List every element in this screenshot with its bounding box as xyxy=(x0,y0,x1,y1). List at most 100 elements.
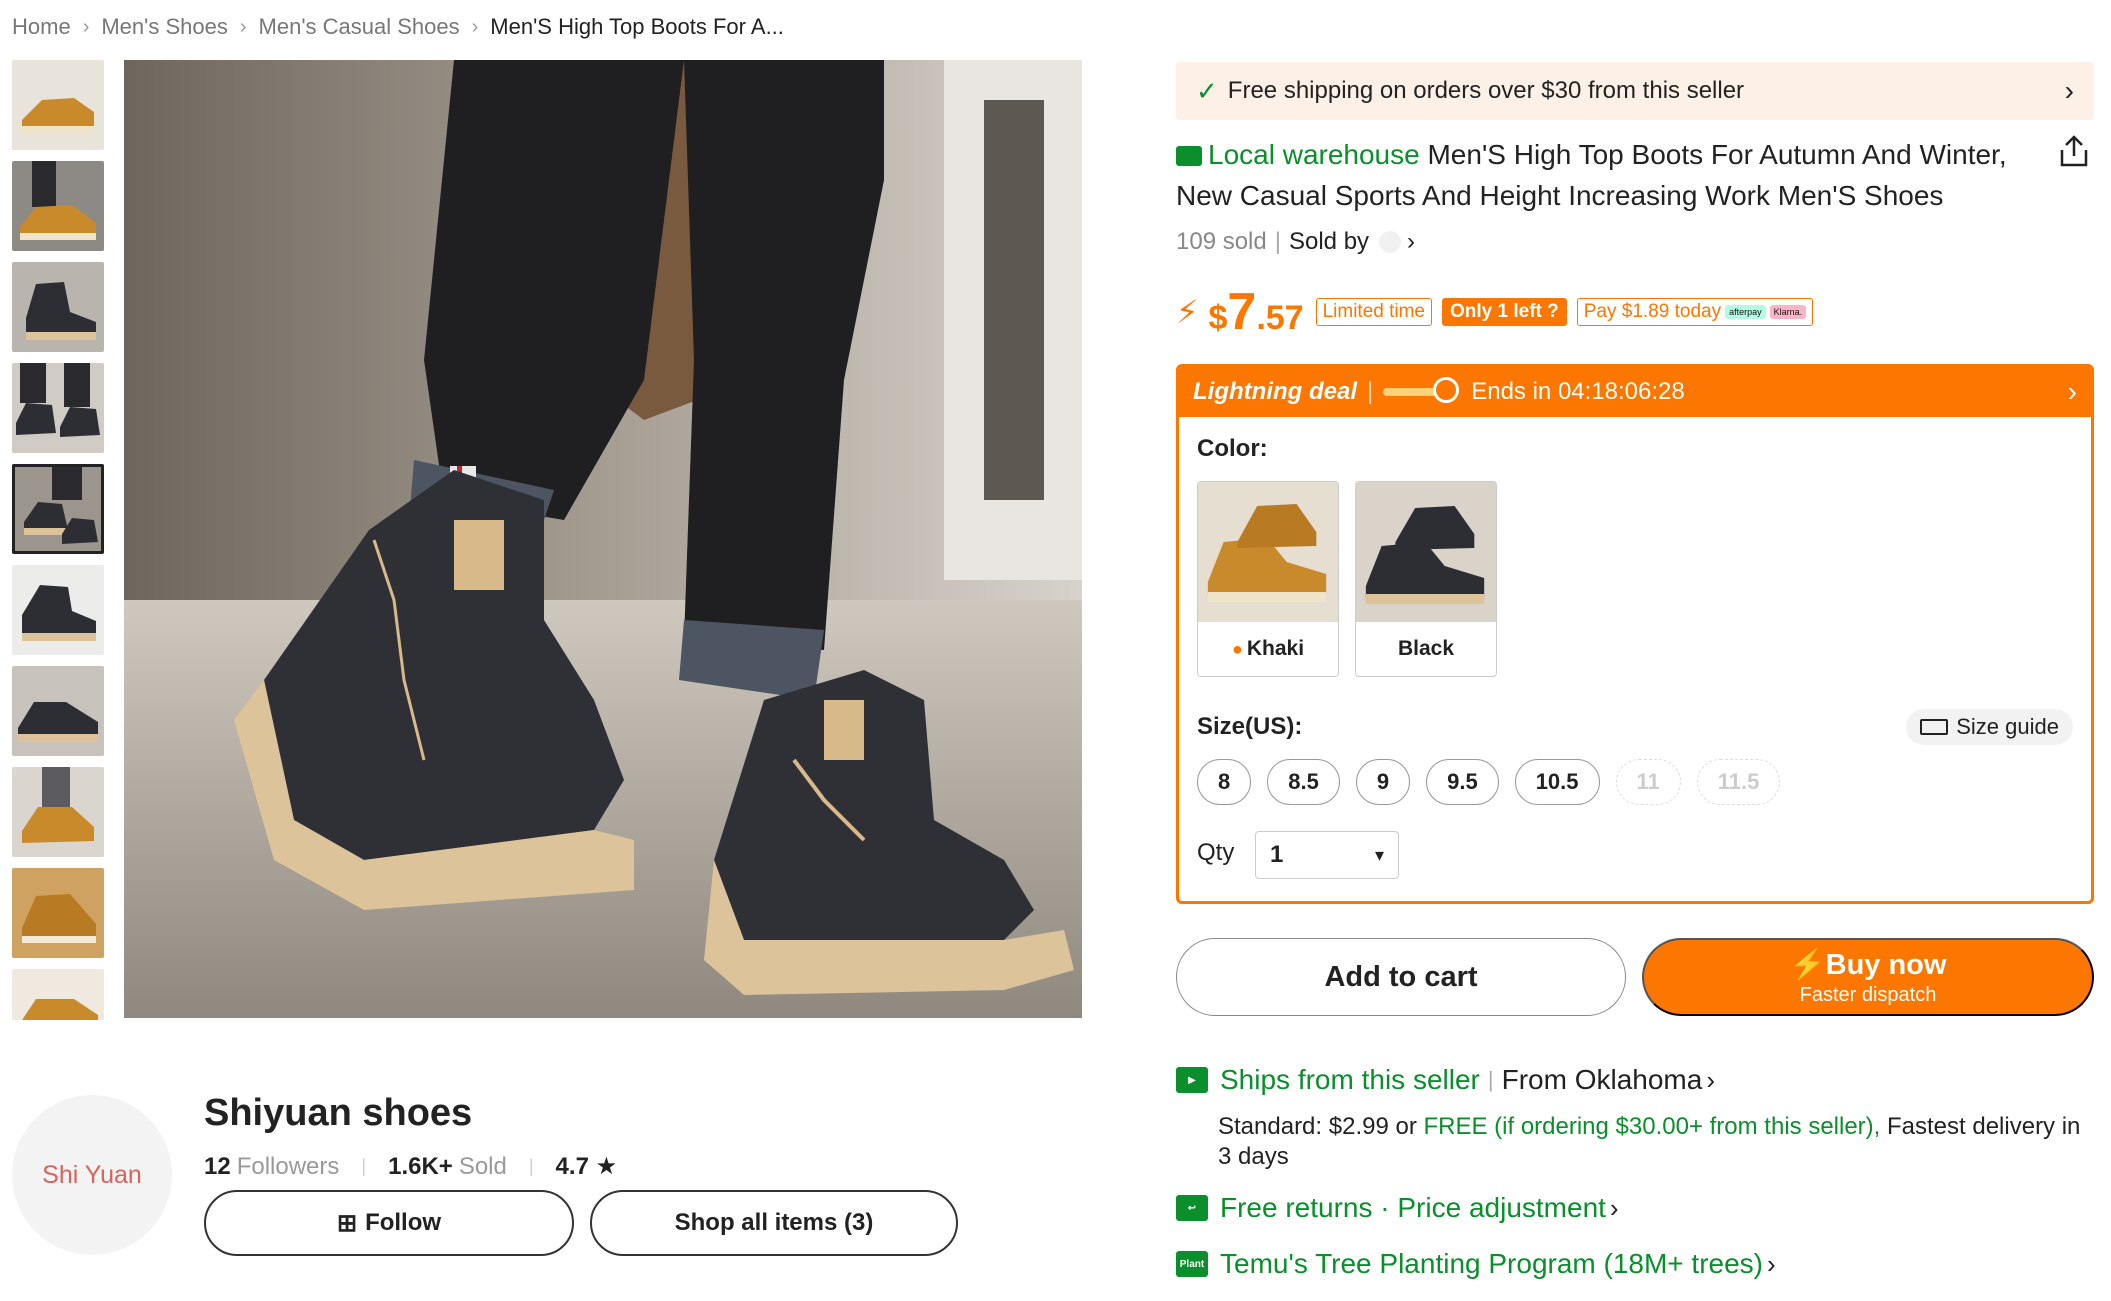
size-option[interactable]: 9 xyxy=(1355,759,1411,805)
sold-label: Sold xyxy=(458,1152,507,1180)
followers-count: 12 xyxy=(204,1152,231,1180)
sold-count: 109 sold xyxy=(1176,228,1267,255)
thumbnail-selected[interactable] xyxy=(12,464,104,554)
plant-icon: Plant xyxy=(1176,1251,1208,1277)
breadcrumb-separator: › xyxy=(239,15,247,38)
size-options: 8 8.5 9 9.5 10.5 11 11.5 xyxy=(1197,759,1796,805)
thumbnail[interactable] xyxy=(12,60,104,150)
klarna-logo: Klarna. xyxy=(1769,305,1807,319)
return-icon: ↩ xyxy=(1176,1195,1208,1221)
timer-progress xyxy=(1383,377,1460,403)
free-returns-text: Free returns · Price adjustment xyxy=(1220,1192,1606,1223)
stock-badge[interactable]: Only 1 left ? xyxy=(1442,298,1567,326)
pay-later-badge[interactable]: Pay $1.89 today afterpay Klarna. xyxy=(1576,298,1814,326)
lightning-deal-label: Lightning deal xyxy=(1193,378,1357,405)
breadcrumb: Home › Men's Shoes › Men's Casual Shoes … xyxy=(12,12,784,42)
sold-by-label: Sold by xyxy=(1288,228,1370,255)
shop-all-items-button[interactable]: Shop all items (3) xyxy=(590,1190,958,1256)
thumbnail[interactable] xyxy=(12,969,104,1020)
tree-planting-row[interactable]: Plant Temu's Tree Planting Program (18M+… xyxy=(1176,1248,1776,1280)
stats-divider: | xyxy=(528,1156,534,1176)
afterpay-logo: afterpay xyxy=(1725,305,1766,319)
ships-from-seller: Ships from this seller xyxy=(1220,1064,1480,1095)
size-option[interactable]: 9.5 xyxy=(1426,759,1499,805)
share-icon[interactable] xyxy=(2058,134,2090,168)
store-avatar[interactable]: Shi Yuan xyxy=(12,1095,172,1255)
chevron-right-icon: › xyxy=(1706,1064,1715,1095)
store-stats: 12 Followers | 1.6K+ Sold | 4.7 ★ xyxy=(204,1152,623,1181)
size-option-unavailable: 11.5 xyxy=(1696,759,1781,805)
tree-planting-text: Temu's Tree Planting Program (18M+ trees… xyxy=(1220,1248,1764,1279)
product-title: Local warehouse Men'S High Top Boots For… xyxy=(1176,134,2026,216)
buy-now-button[interactable]: ⚡Buy now Faster dispatch xyxy=(1642,938,2094,1016)
thumbnail[interactable] xyxy=(12,363,104,453)
chevron-down-icon: ▾ xyxy=(1374,844,1384,865)
thumbnail[interactable] xyxy=(12,161,104,251)
free-shipping-banner[interactable]: ✓ Free shipping on orders over $30 from … xyxy=(1176,62,2094,120)
color-option-khaki[interactable]: ● Khaki xyxy=(1197,481,1339,677)
breadcrumb-current: Men'S High Top Boots For A... xyxy=(490,14,784,39)
store-name[interactable]: Shiyuan shoes xyxy=(204,1092,472,1135)
divider: | xyxy=(1366,378,1374,405)
size-label: Size(US): xyxy=(1197,713,1303,740)
thumbnail-strip xyxy=(12,60,104,1020)
divider: | xyxy=(1274,228,1281,255)
color-option-black[interactable]: Black xyxy=(1355,481,1497,677)
size-guide-button[interactable]: Size guide xyxy=(1906,709,2073,745)
breadcrumb-mens-casual-shoes[interactable]: Men's Casual Shoes xyxy=(259,14,460,40)
chevron-right-icon: › xyxy=(1407,228,1416,255)
size-option-unavailable: 11 xyxy=(1615,759,1681,805)
truck-icon xyxy=(1176,146,1202,166)
sold-by-line[interactable]: 109 sold | Sold by › xyxy=(1176,228,1415,256)
lightning-icon: ⚡ xyxy=(1176,294,1199,330)
thumbnail[interactable] xyxy=(12,565,104,655)
clock-icon xyxy=(1433,377,1460,403)
lightning-icon: ⚡ xyxy=(1789,948,1826,981)
free-shipping-text: Free shipping on orders over $30 from th… xyxy=(1227,77,1745,104)
price-row: ⚡ $7.57 Limited time Only 1 left ? Pay $… xyxy=(1176,282,1814,342)
follow-button[interactable]: ⊞ Follow xyxy=(204,1190,574,1256)
sold-count: 1.6K+ xyxy=(388,1152,453,1180)
add-to-cart-button[interactable]: Add to cart xyxy=(1176,938,1626,1016)
follow-icon: ⊞ xyxy=(336,1209,358,1237)
thumbnail[interactable] xyxy=(12,868,104,958)
followers-label: Followers xyxy=(236,1152,340,1180)
thumbnail[interactable] xyxy=(12,767,104,857)
limited-time-badge: Limited time xyxy=(1315,298,1432,326)
breadcrumb-home[interactable]: Home xyxy=(12,14,71,40)
breadcrumb-separator: › xyxy=(82,15,90,38)
truck-icon: ▶ xyxy=(1176,1067,1208,1093)
seller-avatar xyxy=(1379,231,1402,253)
check-icon: ✓ xyxy=(1196,75,1218,106)
lightning-deal-panel: Lightning deal | Ends in 04:18:06:28 › C… xyxy=(1176,364,2094,904)
ships-from-location: From Oklahoma xyxy=(1501,1064,1703,1095)
chevron-right-icon: › xyxy=(1609,1192,1619,1223)
qty-label: Qty xyxy=(1197,839,1235,866)
price: $7.57 xyxy=(1208,283,1304,341)
main-product-image[interactable] xyxy=(124,60,1082,1018)
chevron-right-icon: › xyxy=(2064,75,2074,106)
store-rating: 4.7 ★ xyxy=(555,1153,618,1180)
ships-from-row[interactable]: ▶ Ships from this seller | From Oklahoma… xyxy=(1176,1064,1715,1096)
thumbnail[interactable] xyxy=(12,262,104,352)
size-option[interactable]: 10.5 xyxy=(1514,759,1600,805)
chevron-right-icon: › xyxy=(1767,1248,1776,1279)
lightning-deal-bar[interactable]: Lightning deal | Ends in 04:18:06:28 › xyxy=(1179,367,2091,417)
size-option[interactable]: 8.5 xyxy=(1267,759,1340,805)
qty-select[interactable]: 1 ▾ xyxy=(1255,831,1399,879)
size-option[interactable]: 8 xyxy=(1197,759,1252,805)
shop-all-label: Shop all items (3) xyxy=(674,1209,874,1236)
thumbnail[interactable] xyxy=(12,666,104,756)
hot-icon: ● xyxy=(1231,638,1243,659)
ruler-icon xyxy=(1920,719,1949,735)
free-returns-row[interactable]: ↩ Free returns · Price adjustment › xyxy=(1176,1192,1619,1224)
divider: | xyxy=(1487,1067,1494,1092)
breadcrumb-mens-shoes[interactable]: Men's Shoes xyxy=(101,14,228,40)
local-warehouse-label: Local warehouse xyxy=(1208,139,1420,170)
delivery-info: Standard: $2.99 or FREE (if ordering $30… xyxy=(1218,1113,2081,1170)
deal-countdown: Ends in 04:18:06:28 xyxy=(1471,378,1685,405)
chevron-right-icon: › xyxy=(2067,376,2077,407)
color-label: Color: xyxy=(1197,435,1268,462)
stats-divider: | xyxy=(361,1156,367,1176)
follow-label: Follow xyxy=(365,1209,442,1236)
